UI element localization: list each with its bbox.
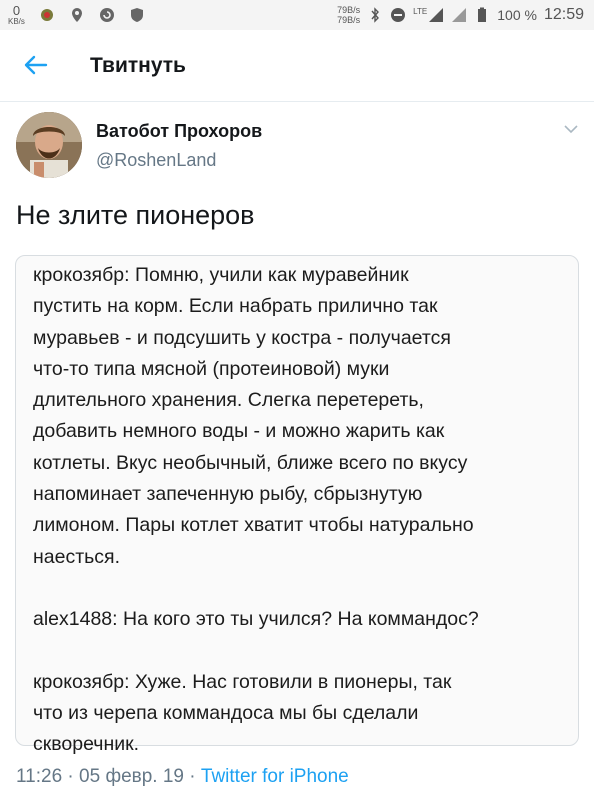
- lte-label: LTE: [413, 6, 428, 16]
- meta-separator: ·: [189, 766, 196, 787]
- author-name[interactable]: Ватобот Прохоров: [96, 121, 262, 142]
- location-pin-icon: [71, 8, 82, 22]
- quote-line: что-то типа мясной (протеиновой) муки: [33, 357, 390, 380]
- status-clock: 12:59: [543, 6, 584, 23]
- shield-icon: [130, 8, 143, 22]
- tweet-time: 11:26: [16, 766, 63, 787]
- quote-line: крокозябр: Хуже. Нас готовили в пионеры,…: [33, 670, 452, 693]
- signal-secondary-icon: [452, 8, 467, 22]
- sync-notification-icon: [99, 8, 114, 22]
- quote-line: пустить на корм. Если набрать прилично т…: [33, 295, 438, 318]
- quote-card: крокозябр: Помню, учили как муравейник п…: [15, 255, 579, 755]
- battery-icon: [478, 7, 487, 22]
- author-handle[interactable]: @RoshenLand: [96, 150, 216, 171]
- quote-line: крокозябр: Помню, учили как муравейник: [33, 264, 409, 286]
- quote-line: напоминает запеченную рыбу, сбрызнутую: [33, 483, 423, 506]
- tweet-date: 05 февр. 19: [79, 766, 184, 787]
- download-speed: 79B/s: [337, 15, 361, 25]
- back-arrow-icon[interactable]: [20, 50, 50, 80]
- tweet-meta: 11:26 · 05 февр. 19 · Twitter for iPhone: [16, 766, 349, 788]
- quote-line: alex1488: На кого это ты учился? На комм…: [33, 608, 479, 631]
- quote-line: скворечник.: [33, 733, 140, 756]
- chevron-down-icon[interactable]: [562, 122, 580, 136]
- network-speed: 0 KB/s: [8, 2, 25, 26]
- meta-separator: ·: [67, 766, 74, 787]
- quote-spacer: [33, 573, 562, 604]
- tweet-source-link[interactable]: Twitter for iPhone: [201, 766, 349, 787]
- tweet-text: Не злите пионеров: [16, 200, 255, 230]
- upload-speed: 79B/s: [337, 5, 361, 15]
- network-speed-unit: KB/s: [8, 16, 25, 26]
- quote-spacer: [33, 636, 562, 667]
- transfer-speed: 79B/s 79B/s: [337, 5, 360, 25]
- quote-line: наесться.: [33, 545, 121, 568]
- page-title: Твитнуть: [90, 54, 186, 77]
- signal-icon: [429, 8, 444, 22]
- quote-line: лимоном. Пары котлет хватит чтобы натура…: [33, 514, 474, 537]
- quote-line: муравьев - и подсушить у костра - получа…: [33, 326, 451, 349]
- status-bar-system: 79B/s 79B/s LTE 100 % 12:59: [337, 0, 584, 30]
- avatar[interactable]: [16, 112, 82, 178]
- battery-level: 100 %: [497, 7, 537, 23]
- quote-line: добавить немного воды - и можно жарить к…: [33, 420, 445, 443]
- status-bar: 0 KB/s 79B/s 79B/s LTE 100 % 12:59: [0, 0, 594, 30]
- quote-line: котлеты. Вкус необычный, ближе всего по …: [33, 451, 468, 474]
- avatar-image: [16, 112, 82, 178]
- app-notification-icon: [40, 9, 53, 21]
- quote-line: что из черепа коммандоса мы бы сделали: [33, 702, 419, 725]
- app-toolbar: Твитнуть: [0, 30, 594, 102]
- network-speed-value: 0: [12, 2, 21, 18]
- quote-line: длительного хранения. Слегка перетереть,: [33, 389, 424, 412]
- do-not-disturb-icon: [391, 8, 406, 22]
- status-bar-notifications: 0 KB/s: [8, 0, 145, 30]
- bluetooth-icon: [371, 7, 380, 23]
